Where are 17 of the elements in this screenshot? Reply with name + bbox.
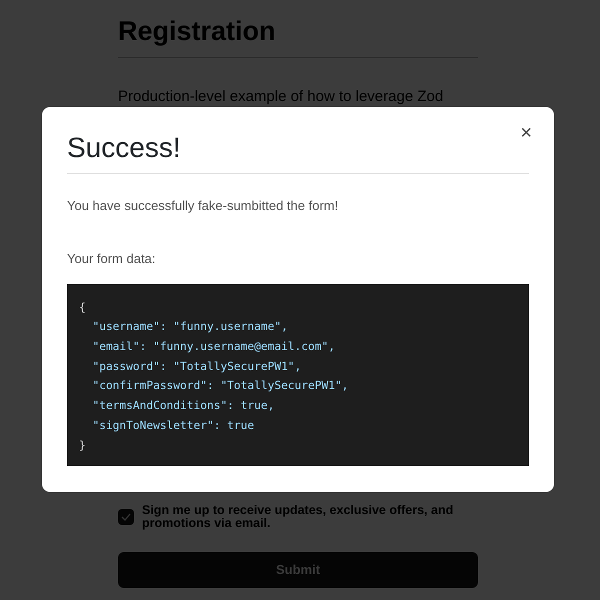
- form-data-label: Your form data:: [67, 250, 156, 268]
- page-title: Registration: [118, 15, 478, 58]
- code-line: "email": "funny.username@email.com",: [91, 339, 335, 355]
- close-button[interactable]: ×: [516, 121, 536, 145]
- success-message: You have successfully fake-sumbitted the form!: [67, 196, 340, 215]
- newsletter-checkbox[interactable]: [118, 508, 134, 525]
- code-line: }: [79, 438, 86, 454]
- dialog-title: Success!: [67, 131, 181, 165]
- code-line: "termsAndConditions": true,: [91, 398, 274, 414]
- code-line: "password": "TotallySecurePW1",: [91, 358, 302, 375]
- code-line: "username": "funny.username",: [91, 319, 288, 336]
- check-icon: [121, 512, 131, 521]
- intro-text: Production-level example of how to leverage Zod: [118, 87, 444, 108]
- code-line: "confirmPassword": "TotallySecurePW1",: [91, 378, 348, 394]
- newsletter-label: Sign me up to receive updates, exclusive offers, and promotions via email.: [142, 504, 454, 530]
- code-line: "signToNewsletter": true: [91, 418, 254, 434]
- code-line: {: [79, 300, 86, 316]
